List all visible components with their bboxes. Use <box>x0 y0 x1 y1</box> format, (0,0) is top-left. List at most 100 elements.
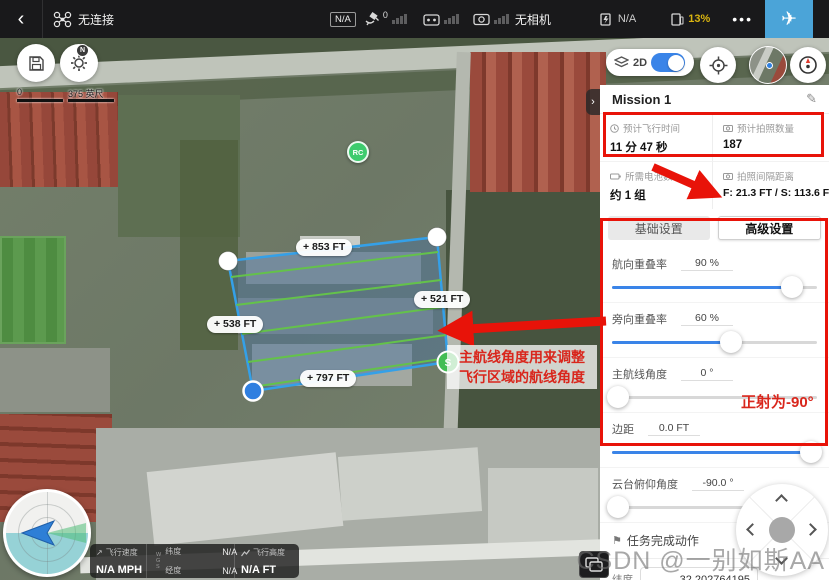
slider-value-field[interactable]: 0.0 FT <box>648 422 700 436</box>
camera-icon <box>723 124 733 132</box>
mission-title: Mission 1 <box>612 92 671 107</box>
layers-icon <box>614 56 629 69</box>
top-status-bar: ‹ 无连接 N/A 0 无相机 N/A 13% ••• ✈ <box>0 0 829 38</box>
app-screen: S + 853 FT + 521 FT + 538 FT + 797 FT RC… <box>0 0 829 580</box>
tab-basic-settings[interactable]: 基础设置 <box>608 216 710 240</box>
remote-controller-icon <box>423 12 440 26</box>
route-angle-annotation: 主航线角度用来调整 飞行区域的航线角度 <box>447 345 597 389</box>
dpad-right-button[interactable] <box>804 523 817 536</box>
battery-icon <box>610 173 621 180</box>
rc-position-marker: RC <box>347 141 369 163</box>
slider-knob[interactable] <box>800 441 822 463</box>
advanced-settings-sliders: 航向重叠率90 % 旁向重叠率60 % 主航线角度0 ° 边距0.0 FT 云台… <box>600 248 829 523</box>
slider-value-field[interactable]: -90.0 ° <box>692 477 744 491</box>
slider-value-field[interactable]: 60 % <box>681 312 733 326</box>
slider-track[interactable] <box>612 331 817 353</box>
locate-button[interactable] <box>700 47 736 83</box>
gimbal-annotation: 正射为-90° <box>741 391 814 412</box>
divider <box>42 0 43 38</box>
dpad-left-button[interactable] <box>746 523 759 536</box>
map-mode-label: 2D <box>633 57 647 69</box>
minimap-thumbnail <box>750 47 786 83</box>
camera-status: 无相机 <box>515 11 551 28</box>
map-texture <box>338 447 482 521</box>
map-texture <box>0 236 66 344</box>
map-texture <box>246 252 421 284</box>
telemetry-altitude: 飞行高度 N/A FT <box>234 544 298 578</box>
compass-heading-beam <box>47 523 86 543</box>
dpad-up-button[interactable] <box>775 494 788 507</box>
rc-battery-value: N/A <box>618 13 636 25</box>
takeoff-button[interactable]: ✈ <box>765 0 813 38</box>
north-badge: N <box>76 44 89 57</box>
altitude-icon <box>241 549 250 557</box>
speed-arrow-icon: ↗ <box>96 548 103 557</box>
telemetry-bar: ↗飞行速度 N/A MPH WGS 纬度N/A 经度N/A 飞行高度 N/A F… <box>90 544 299 578</box>
slider-value-field[interactable]: 90 % <box>681 257 733 271</box>
edge-length-bottom: + 797 FT <box>300 370 356 387</box>
mission-panel: › Mission 1 ✎ 预计飞行时间 11 分 47 秒 预计拍照数量 18… <box>600 85 829 580</box>
slider-knob[interactable] <box>607 496 629 518</box>
telemetry-position: WGS 纬度N/A 经度N/A <box>146 544 234 578</box>
rc-signal-bars <box>444 14 459 24</box>
stat-batteries: 所需电池数 约 1 组 <box>600 161 712 209</box>
tab-advanced-settings[interactable]: 高级设置 <box>718 216 822 240</box>
camera-signal-bars <box>494 14 509 24</box>
attitude-compass <box>3 489 91 577</box>
toggle-knob <box>668 55 684 71</box>
camera-icon <box>723 172 733 180</box>
map-2d-toggle[interactable] <box>651 53 685 72</box>
edge-length-right: + 521 FT <box>414 291 470 308</box>
camera-link-icon <box>473 13 490 26</box>
dpad-center-button[interactable] <box>769 517 795 543</box>
slider-course-overlap: 航向重叠率90 % <box>600 248 829 303</box>
satellite-count: 0 <box>383 10 388 20</box>
slider-knob[interactable] <box>781 276 803 298</box>
gear-icon <box>70 54 88 72</box>
rc-battery-icon <box>599 12 614 27</box>
scale-bar <box>17 99 63 102</box>
stat-photo-count: 预计拍照数量 187 <box>712 114 829 161</box>
telemetry-speed: ↗飞行速度 N/A MPH <box>90 544 146 578</box>
map-texture <box>0 92 118 187</box>
minimap-button[interactable] <box>749 46 787 84</box>
compass-icon <box>798 55 818 75</box>
map-texture <box>238 298 433 334</box>
satellite-icon <box>364 12 381 27</box>
stat-flight-time: 预计飞行时间 11 分 47 秒 <box>600 114 712 161</box>
connection-status: 无连接 <box>78 11 114 28</box>
slider-track[interactable] <box>612 441 817 463</box>
minimap-location-dot <box>766 62 773 69</box>
mission-stats: 预计飞行时间 11 分 47 秒 预计拍照数量 187 所需电池数 约 1 组 … <box>600 114 829 209</box>
back-button[interactable]: ‹ <box>0 8 42 31</box>
slider-margin: 边距0.0 FT <box>600 413 829 468</box>
crosshair-icon <box>709 56 728 75</box>
map-texture <box>446 190 608 455</box>
clock-icon <box>610 124 619 133</box>
slider-track[interactable] <box>612 276 817 298</box>
stat-photo-interval: 拍照间隔距离 F: 21.3 FT / S: 113.6 FT <box>712 161 829 209</box>
slider-value-field[interactable]: 0 ° <box>681 367 733 381</box>
edge-length-top: + 853 FT <box>296 239 352 256</box>
edge-length-left: + 538 FT <box>207 316 263 333</box>
drone-icon <box>53 11 72 28</box>
gps-badge: N/A <box>330 12 356 27</box>
satellite-signal-bars <box>392 14 407 24</box>
slider-knob[interactable] <box>720 331 742 353</box>
airplane-icon: ✈ <box>781 8 797 31</box>
edit-mission-icon[interactable]: ✎ <box>806 91 817 107</box>
slider-knob[interactable] <box>607 386 629 408</box>
map-texture <box>0 348 110 412</box>
more-menu-button[interactable]: ••• <box>732 11 753 27</box>
slider-side-overlap: 旁向重叠率60 % <box>600 303 829 358</box>
device-battery-value: 13% <box>688 13 710 25</box>
map-mode-pill[interactable]: 2D <box>606 49 694 76</box>
scale-bar <box>68 99 114 102</box>
watermark: CSDN @一别如斯AA <box>576 541 825 577</box>
panel-collapse-button[interactable]: › <box>586 89 600 115</box>
save-icon <box>28 55 45 72</box>
device-battery-icon <box>670 12 684 27</box>
save-mission-button[interactable] <box>17 44 55 82</box>
scale-start-label: 0 <box>17 87 22 97</box>
compass-reset-button[interactable] <box>790 47 826 83</box>
